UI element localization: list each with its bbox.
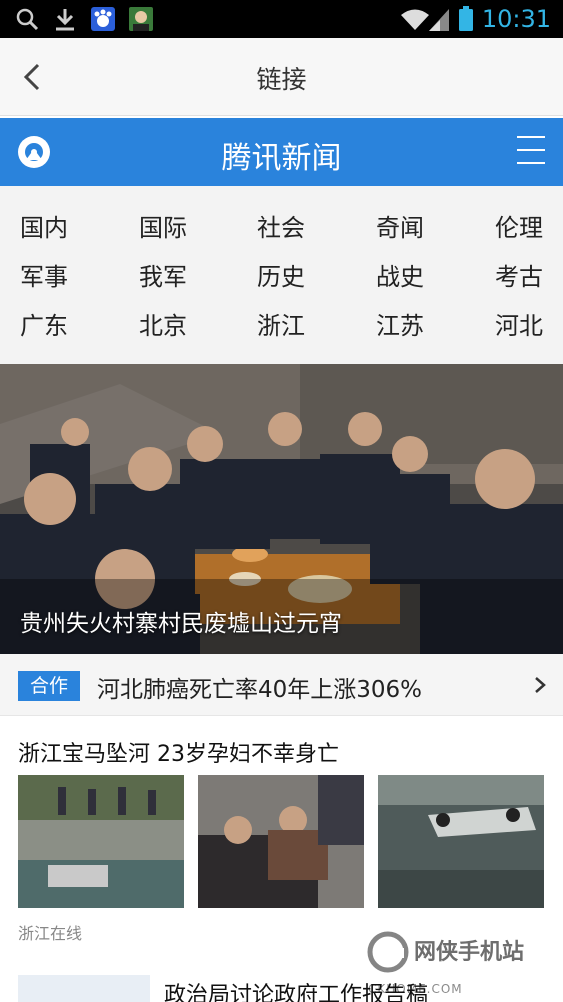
category-lishi[interactable]: 历史 xyxy=(257,257,337,292)
menu-icon[interactable] xyxy=(517,136,545,166)
wifi-icon xyxy=(401,9,429,30)
promo-headline[interactable]: 河北肺癌死亡率40年上涨306% xyxy=(97,670,422,704)
download-icon xyxy=(56,9,74,31)
category-wojun[interactable]: 我军 xyxy=(139,257,219,292)
promo-row[interactable]: 合作 河北肺癌死亡率40年上涨306% xyxy=(0,654,563,716)
chevron-right-icon xyxy=(535,677,546,693)
clock: 10:31 xyxy=(481,5,551,33)
promo-badge: 合作 xyxy=(18,671,80,701)
article-headline[interactable]: 浙江宝马坠河 23岁孕妇不幸身亡 xyxy=(18,736,339,768)
page-title: 链接 xyxy=(256,65,307,94)
category-kaogu[interactable]: 考古 xyxy=(495,257,563,292)
baidu-app-icon xyxy=(91,7,115,31)
category-shehui[interactable]: 社会 xyxy=(257,208,337,243)
category-junshi[interactable]: 军事 xyxy=(20,257,100,292)
article-source: 浙江在线 xyxy=(18,924,83,943)
category-guonei[interactable]: 国内 xyxy=(20,208,100,243)
category-grid: 国内 国际 社会 奇闻 伦理 军事 我军 历史 战史 考古 广东 北京 浙江 江… xyxy=(0,186,563,364)
category-beijing[interactable]: 北京 xyxy=(139,306,219,341)
watermark-text: 网侠手机站 xyxy=(414,940,525,965)
battery-icon xyxy=(459,6,473,31)
category-zhanshi[interactable]: 战史 xyxy=(376,257,456,292)
watermark-logo-icon xyxy=(367,931,409,973)
next-article-thumbnail[interactable] xyxy=(18,975,150,1002)
brand-title: 腾讯新闻 xyxy=(221,141,342,176)
article-thumbnail-1[interactable] xyxy=(18,775,184,908)
app-header: 链接 xyxy=(0,38,563,116)
avatar-app-icon xyxy=(129,7,153,31)
brand-bar: 腾讯新闻 xyxy=(0,118,563,186)
category-lunli[interactable]: 伦理 xyxy=(495,208,563,243)
article-thumbnail-2[interactable] xyxy=(198,775,364,908)
category-jiangsu[interactable]: 江苏 xyxy=(376,306,456,341)
next-article-headline[interactable]: 政治局讨论政府工作报告稿 xyxy=(164,977,428,1002)
signal-icon xyxy=(429,9,449,31)
status-bar: 10:31 xyxy=(0,0,563,38)
category-zhejiang[interactable]: 浙江 xyxy=(257,306,337,341)
hero-banner[interactable]: 贵州失火村寨村民废墟山过元宵 xyxy=(0,364,563,654)
hero-caption: 贵州失火村寨村民废墟山过元宵 xyxy=(20,611,342,637)
category-guoji[interactable]: 国际 xyxy=(139,208,219,243)
article-thumbnail-3[interactable] xyxy=(378,775,544,908)
search-icon xyxy=(16,8,39,31)
category-hebei[interactable]: 河北 xyxy=(495,306,563,341)
category-guangdong[interactable]: 广东 xyxy=(20,306,100,341)
category-qiwen[interactable]: 奇闻 xyxy=(376,208,456,243)
